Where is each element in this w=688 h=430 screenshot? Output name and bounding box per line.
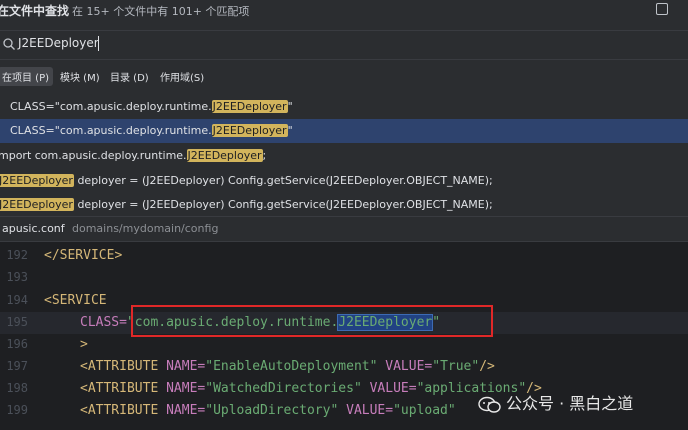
- tab-scope[interactable]: 作用域(S): [156, 67, 208, 86]
- search-icon: [3, 38, 15, 50]
- result-suffix: deployer = (J2EEDeployer) Config.getServ…: [73, 174, 493, 187]
- code-line: <ATTRIBUTE NAME="UploadDirectory" VALUE=…: [80, 403, 456, 418]
- tab-directory[interactable]: 目录 (D): [106, 67, 153, 86]
- result-suffix: ;: [262, 149, 267, 162]
- scope-tabs: 在项目 (P) 模块 (M) 目录 (D) 作用域(S): [0, 62, 688, 90]
- search-bar: J2EEDeployer: [0, 30, 688, 60]
- result-match: J2EEDeployer: [0, 174, 74, 187]
- line-number: 198: [6, 381, 28, 395]
- attr2-name: WatchedDirectories: [213, 381, 354, 396]
- tab-in-project[interactable]: 在项目 (P): [0, 67, 54, 86]
- wechat-icon: [478, 396, 501, 413]
- line-number: 197: [6, 359, 28, 373]
- result-row-selected[interactable]: CLASS="com.apusic.deploy.runtime.J2EEDep…: [0, 119, 688, 143]
- result-prefix: mport com.apusic.deploy.runtime.: [0, 149, 187, 162]
- file-name: apusic.conf: [2, 222, 65, 235]
- tab-module[interactable]: 模块 (M): [56, 67, 104, 86]
- closing-tag: </SERVICE>: [44, 248, 123, 263]
- tag-close-bracket: >: [80, 337, 88, 352]
- find-in-files-header: 在文件中查找 在 15+ 个文件中有 101+ 个匹配项: [0, 0, 688, 28]
- result-match: J2EEDeployer: [211, 100, 288, 113]
- file-path: domains/mydomain/config: [72, 222, 219, 235]
- line-number: 192: [6, 248, 28, 262]
- attr3-name: UploadDirectory: [213, 403, 331, 418]
- result-row[interactable]: J2EEDeployer deployer = (J2EEDeployer) C…: [0, 169, 688, 193]
- attr1-name: EnableAutoDeployment: [213, 359, 370, 374]
- opening-tag: <SERVICE: [44, 293, 107, 308]
- code-line: <ATTRIBUTE NAME="WatchedDirectories" VAL…: [80, 381, 542, 396]
- result-row[interactable]: J2EEDeployer deployer = (J2EEDeployer) C…: [0, 193, 688, 217]
- result-suffix: ": [287, 100, 293, 113]
- pin-window-checkbox[interactable]: [656, 3, 668, 15]
- code-line: <ATTRIBUTE NAME="EnableAutoDeployment" V…: [80, 359, 495, 374]
- watermark-text: 公众号 · 黑白之道: [506, 394, 634, 413]
- result-suffix: deployer = (J2EEDeployer) Config.getServ…: [73, 198, 493, 211]
- line-number: 196: [6, 337, 28, 351]
- code-line: <SERVICE: [44, 293, 107, 308]
- line-number: 194: [6, 293, 28, 307]
- watermark: 公众号 · 黑白之道: [478, 390, 633, 414]
- code-line: </SERVICE>: [44, 248, 122, 263]
- attr1-value: True: [440, 359, 472, 374]
- code-line: >: [80, 337, 88, 352]
- annotation-highlight-box: [131, 305, 493, 337]
- text-caret: [98, 36, 99, 51]
- line-number: 193: [6, 270, 28, 284]
- result-row[interactable]: CLASS="com.apusic.deploy.runtime.J2EEDep…: [0, 95, 688, 119]
- preview-file-bar: apusic.conf domains/mydomain/config: [0, 216, 688, 242]
- result-prefix: CLASS="com.apusic.deploy.runtime.: [10, 124, 212, 137]
- search-results-list: CLASS="com.apusic.deploy.runtime.J2EEDep…: [0, 95, 688, 216]
- result-suffix: ": [287, 124, 293, 137]
- result-row[interactable]: mport com.apusic.deploy.runtime.J2EEDepl…: [0, 144, 688, 168]
- attr-name: CLASS=: [80, 315, 127, 330]
- dialog-title: 在文件中查找: [0, 4, 70, 18]
- result-match: J2EEDeployer: [0, 198, 74, 211]
- line-number: 195: [6, 315, 28, 329]
- attr3-value: upload: [400, 403, 448, 418]
- result-prefix: CLASS="com.apusic.deploy.runtime.: [10, 100, 212, 113]
- result-match: J2EEDeployer: [186, 149, 263, 162]
- result-match: J2EEDeployer: [211, 124, 288, 137]
- match-count-text: 在 15+ 个文件中有 101+ 个匹配项: [72, 5, 250, 18]
- line-number: 199: [6, 403, 28, 417]
- search-input[interactable]: J2EEDeployer: [18, 36, 99, 50]
